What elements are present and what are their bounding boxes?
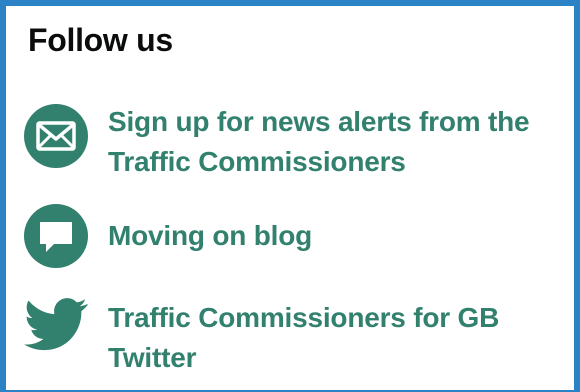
- news-alerts-label: Sign up for news alerts from the Traffic…: [108, 106, 530, 177]
- section-title: Follow us: [28, 22, 173, 58]
- follow-us-panel: Follow us Sign up for news alerts from t…: [0, 0, 580, 392]
- blog-link[interactable]: Moving on blog: [24, 204, 564, 270]
- blog-label: Moving on blog: [108, 220, 313, 251]
- twitter-label: Traffic Commissioners for GB Twitter: [108, 302, 500, 373]
- news-alerts-link[interactable]: Sign up for news alerts from the Traffic…: [24, 102, 564, 186]
- email-icon: [24, 104, 88, 168]
- speech-bubble-icon: [24, 204, 88, 268]
- twitter-link[interactable]: Traffic Commissioners for GB Twitter: [24, 292, 564, 376]
- twitter-bird-icon: [24, 292, 88, 356]
